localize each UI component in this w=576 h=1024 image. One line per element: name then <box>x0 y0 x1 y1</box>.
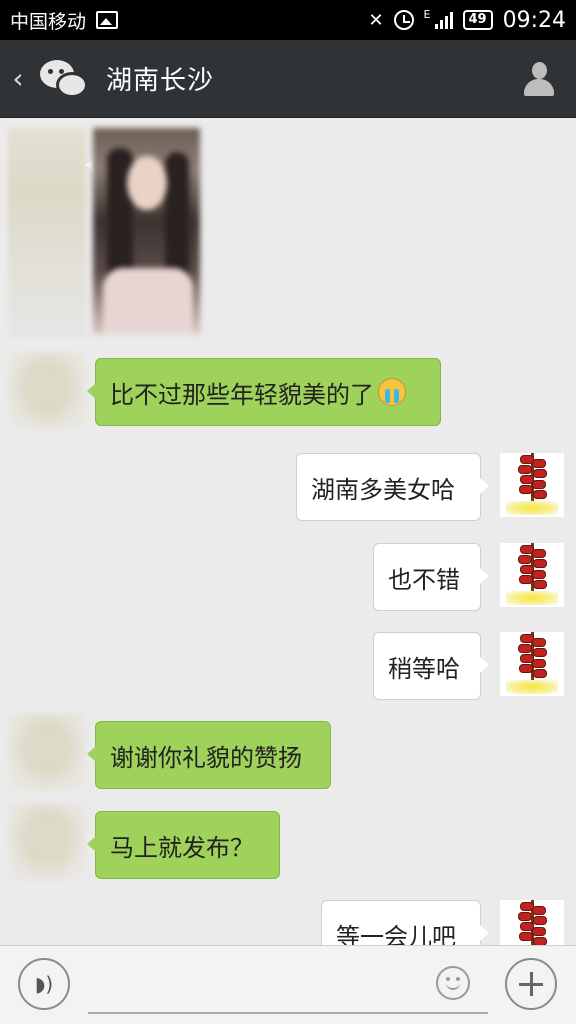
message-text: 也不错 <box>388 565 460 594</box>
message-input[interactable] <box>88 1010 488 1014</box>
message-bubble-received[interactable]: 马上就发布？ <box>87 811 280 879</box>
message-bubble-received[interactable]: 比不过那些年轻貌美的了 <box>87 358 441 426</box>
my-avatar[interactable] <box>500 453 564 517</box>
message-text: 湖南多美女哈 <box>311 475 455 504</box>
message-bubble-sent[interactable]: 稍等哈 <box>373 632 489 700</box>
smiley-icon <box>446 980 460 990</box>
message-bubble-sent[interactable]: 湖南多美女哈 <box>296 453 489 521</box>
voice-button[interactable]: ◗) <box>18 958 70 1010</box>
message-image[interactable] <box>93 128 200 334</box>
mute-icon: ✕ <box>368 9 384 31</box>
more-options-button[interactable] <box>505 958 557 1010</box>
status-bar: 中国移动 ✕ E 49 09:24 <box>0 0 576 40</box>
clock: 09:24 <box>502 7 566 33</box>
contact-avatar[interactable] <box>8 713 86 791</box>
chat-header: ‹ 湖南长沙 <box>0 40 576 118</box>
my-avatar[interactable] <box>500 543 564 607</box>
alarm-icon <box>393 10 414 30</box>
message-text: 等一会儿吧 <box>336 922 456 946</box>
message-bubble-sent[interactable]: 也不错 <box>373 543 489 611</box>
chevron-left-icon: ‹ <box>12 62 24 95</box>
wechat-icon <box>38 54 94 104</box>
message-text: 马上就发布？ <box>110 833 254 862</box>
message-text: 谢谢你礼貌的赞扬 <box>110 743 302 772</box>
message-list[interactable]: 比不过那些年轻貌美的了 湖南多美女哈 也不错 稍等哈 谢谢你礼貌的赞扬 马上就发… <box>0 118 576 945</box>
message-text: 稍等哈 <box>388 654 460 683</box>
my-avatar[interactable] <box>500 632 564 696</box>
contact-avatar[interactable] <box>8 803 86 881</box>
message-bubble-sent[interactable]: 等一会儿吧 <box>321 900 489 946</box>
emoji-button[interactable] <box>436 966 470 1000</box>
my-avatar[interactable] <box>500 900 564 945</box>
chat-title: 湖南长沙 <box>106 66 215 96</box>
crying-emoji-icon <box>378 378 406 406</box>
battery-icon: 49 <box>462 10 493 30</box>
signal-icon <box>434 11 453 29</box>
input-bar: ◗) <box>0 945 576 1024</box>
voice-icon: ◗) <box>34 972 54 996</box>
image-notification-icon <box>96 11 119 29</box>
network-type: E <box>423 7 431 21</box>
contact-avatar[interactable] <box>8 128 86 338</box>
message-bubble-received[interactable]: 谢谢你礼貌的赞扬 <box>87 721 331 789</box>
message-text: 比不过那些年轻貌美的了 <box>110 380 374 409</box>
person-icon <box>523 61 555 96</box>
carrier-name: 中国移动 <box>10 10 87 33</box>
back-button[interactable]: ‹ <box>0 40 36 118</box>
contact-info-button[interactable] <box>502 40 576 118</box>
contact-avatar[interactable] <box>8 352 86 430</box>
